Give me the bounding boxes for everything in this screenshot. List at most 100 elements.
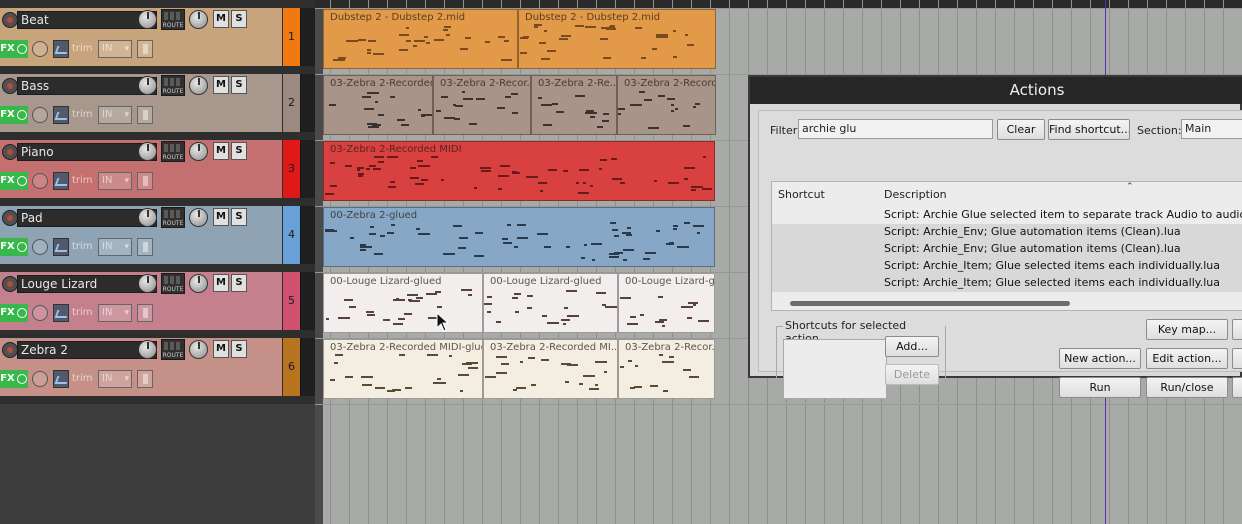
fx-bypass-icon[interactable] xyxy=(15,370,28,388)
action-row[interactable]: Script: Archie_Env; Glue automation item… xyxy=(772,241,1242,258)
phase-icon[interactable] xyxy=(32,305,48,321)
filter-input[interactable]: archie glu xyxy=(798,119,993,139)
route-button[interactable]: ROUTE xyxy=(161,9,185,30)
record-arm-button[interactable] xyxy=(2,210,18,226)
pan-knob[interactable] xyxy=(189,142,208,161)
run-button[interactable]: Run xyxy=(1059,377,1141,398)
column-shortcut[interactable]: Shortcut xyxy=(778,188,825,201)
envelope-icon[interactable] xyxy=(53,106,69,124)
solo-button[interactable]: S xyxy=(231,142,247,160)
action-list[interactable]: Shortcut Description ⌃ Script: Archie Gl… xyxy=(771,181,1242,311)
fx-button[interactable]: FX xyxy=(0,106,15,124)
overflow-button-1[interactable] xyxy=(1232,319,1242,340)
input-button[interactable]: IN xyxy=(98,40,132,58)
route-button[interactable]: ROUTE xyxy=(161,207,185,228)
mute-button[interactable]: M xyxy=(213,10,229,28)
solo-button[interactable]: S xyxy=(231,10,247,28)
volume-knob[interactable] xyxy=(138,76,157,95)
solo-button[interactable]: S xyxy=(231,208,247,226)
track-name[interactable]: Zebra 2 xyxy=(17,341,157,359)
run-close-button[interactable]: Run/close xyxy=(1146,377,1228,398)
automation-mode-label[interactable]: trim xyxy=(72,370,94,388)
mute-button[interactable]: M xyxy=(213,142,229,160)
action-row[interactable]: Script: Archie_Item; Glue selected items… xyxy=(772,275,1242,292)
route-button[interactable]: ROUTE xyxy=(161,141,185,162)
envelope-icon[interactable] xyxy=(53,40,69,58)
mute-button[interactable]: M xyxy=(213,274,229,292)
automation-mode-label[interactable]: trim xyxy=(72,40,94,58)
fx-bypass-icon[interactable] xyxy=(15,172,28,190)
clear-button[interactable]: Clear xyxy=(997,119,1045,140)
media-item[interactable]: 03-Zebra 2-Recorded MI... xyxy=(483,339,618,399)
action-row[interactable]: Script: Archie Glue selected item to sep… xyxy=(772,207,1242,224)
edit-action-button[interactable]: Edit action... xyxy=(1146,348,1228,369)
envelope-icon[interactable] xyxy=(53,370,69,388)
record-arm-button[interactable] xyxy=(2,342,18,358)
track-name[interactable]: Beat xyxy=(17,11,157,29)
phase-icon[interactable] xyxy=(32,173,48,189)
shortcut-list[interactable] xyxy=(783,339,887,399)
media-item[interactable]: 03-Zebra 2-Recor... xyxy=(433,75,531,135)
fx-button[interactable]: FX xyxy=(0,370,15,388)
media-item[interactable]: 00-Zebra 2-glued xyxy=(323,207,715,267)
volume-knob[interactable] xyxy=(138,340,157,359)
fx-button[interactable]: FX xyxy=(0,238,15,256)
horizontal-scrollbar[interactable] xyxy=(790,301,1070,306)
fx-bypass-icon[interactable] xyxy=(15,238,28,256)
overflow-button-2[interactable] xyxy=(1232,348,1242,369)
envelope-icon[interactable] xyxy=(53,172,69,190)
route-button[interactable]: ROUTE xyxy=(161,75,185,96)
phase-icon[interactable] xyxy=(32,239,48,255)
key-map-button[interactable]: Key map... xyxy=(1146,319,1228,340)
envelope-icon[interactable] xyxy=(53,238,69,256)
track-name[interactable]: Bass xyxy=(17,77,157,95)
route-button[interactable]: ROUTE xyxy=(161,339,185,360)
track-panel[interactable]: Piano ROUTE M S FX trim IN 3 xyxy=(0,132,315,198)
io-icon[interactable] xyxy=(137,172,153,190)
route-button[interactable]: ROUTE xyxy=(161,273,185,294)
media-item[interactable]: Dubstep 2 - Dubstep 2.mid xyxy=(518,9,716,69)
volume-knob[interactable] xyxy=(138,208,157,227)
mute-button[interactable]: M xyxy=(213,340,229,358)
input-button[interactable]: IN xyxy=(98,172,132,190)
media-item[interactable]: 00-Louge Lizard-g... xyxy=(618,273,715,333)
fx-bypass-icon[interactable] xyxy=(15,40,28,58)
volume-knob[interactable] xyxy=(138,274,157,293)
record-arm-button[interactable] xyxy=(2,78,18,94)
media-item[interactable]: 03-Zebra 2-Recorded MIDI xyxy=(323,141,715,201)
track-name[interactable]: Louge Lizard xyxy=(17,275,157,293)
input-button[interactable]: IN xyxy=(98,238,132,256)
input-button[interactable]: IN xyxy=(98,106,132,124)
overflow-button-3[interactable] xyxy=(1232,377,1242,398)
phase-icon[interactable] xyxy=(32,107,48,123)
io-icon[interactable] xyxy=(137,40,153,58)
io-icon[interactable] xyxy=(137,304,153,322)
record-arm-button[interactable] xyxy=(2,12,18,28)
envelope-icon[interactable] xyxy=(53,304,69,322)
track-panel[interactable]: Zebra 2 ROUTE M S FX trim IN 6 xyxy=(0,330,315,396)
automation-mode-label[interactable]: trim xyxy=(72,106,94,124)
column-description[interactable]: Description xyxy=(884,188,947,201)
track-name[interactable]: Pad xyxy=(17,209,157,227)
fx-button[interactable]: FX xyxy=(0,40,15,58)
pan-knob[interactable] xyxy=(189,10,208,29)
pan-knob[interactable] xyxy=(189,340,208,359)
media-item[interactable]: 03-Zebra 2-Recorded... xyxy=(323,75,433,135)
pan-knob[interactable] xyxy=(189,274,208,293)
action-row[interactable]: Script: Archie_Item; Glue selected items… xyxy=(772,258,1242,275)
record-arm-button[interactable] xyxy=(2,144,18,160)
media-item[interactable]: 03-Zebra 2-Recor... xyxy=(618,339,715,399)
media-item[interactable]: 00-Louge Lizard-glued xyxy=(323,273,483,333)
track-name[interactable]: Piano xyxy=(17,143,157,161)
mute-button[interactable]: M xyxy=(213,76,229,94)
mute-button[interactable]: M xyxy=(213,208,229,226)
automation-mode-label[interactable]: trim xyxy=(72,172,94,190)
solo-button[interactable]: S xyxy=(231,76,247,94)
media-item[interactable]: 00-Louge Lizard-glued xyxy=(483,273,618,333)
fx-button[interactable]: FX xyxy=(0,304,15,322)
track-panel[interactable]: Beat ROUTE M S FX trim IN 1 xyxy=(0,0,315,66)
pan-knob[interactable] xyxy=(189,208,208,227)
find-shortcut-button[interactable]: Find shortcut... xyxy=(1048,119,1130,140)
fx-bypass-icon[interactable] xyxy=(15,304,28,322)
automation-mode-label[interactable]: trim xyxy=(72,304,94,322)
